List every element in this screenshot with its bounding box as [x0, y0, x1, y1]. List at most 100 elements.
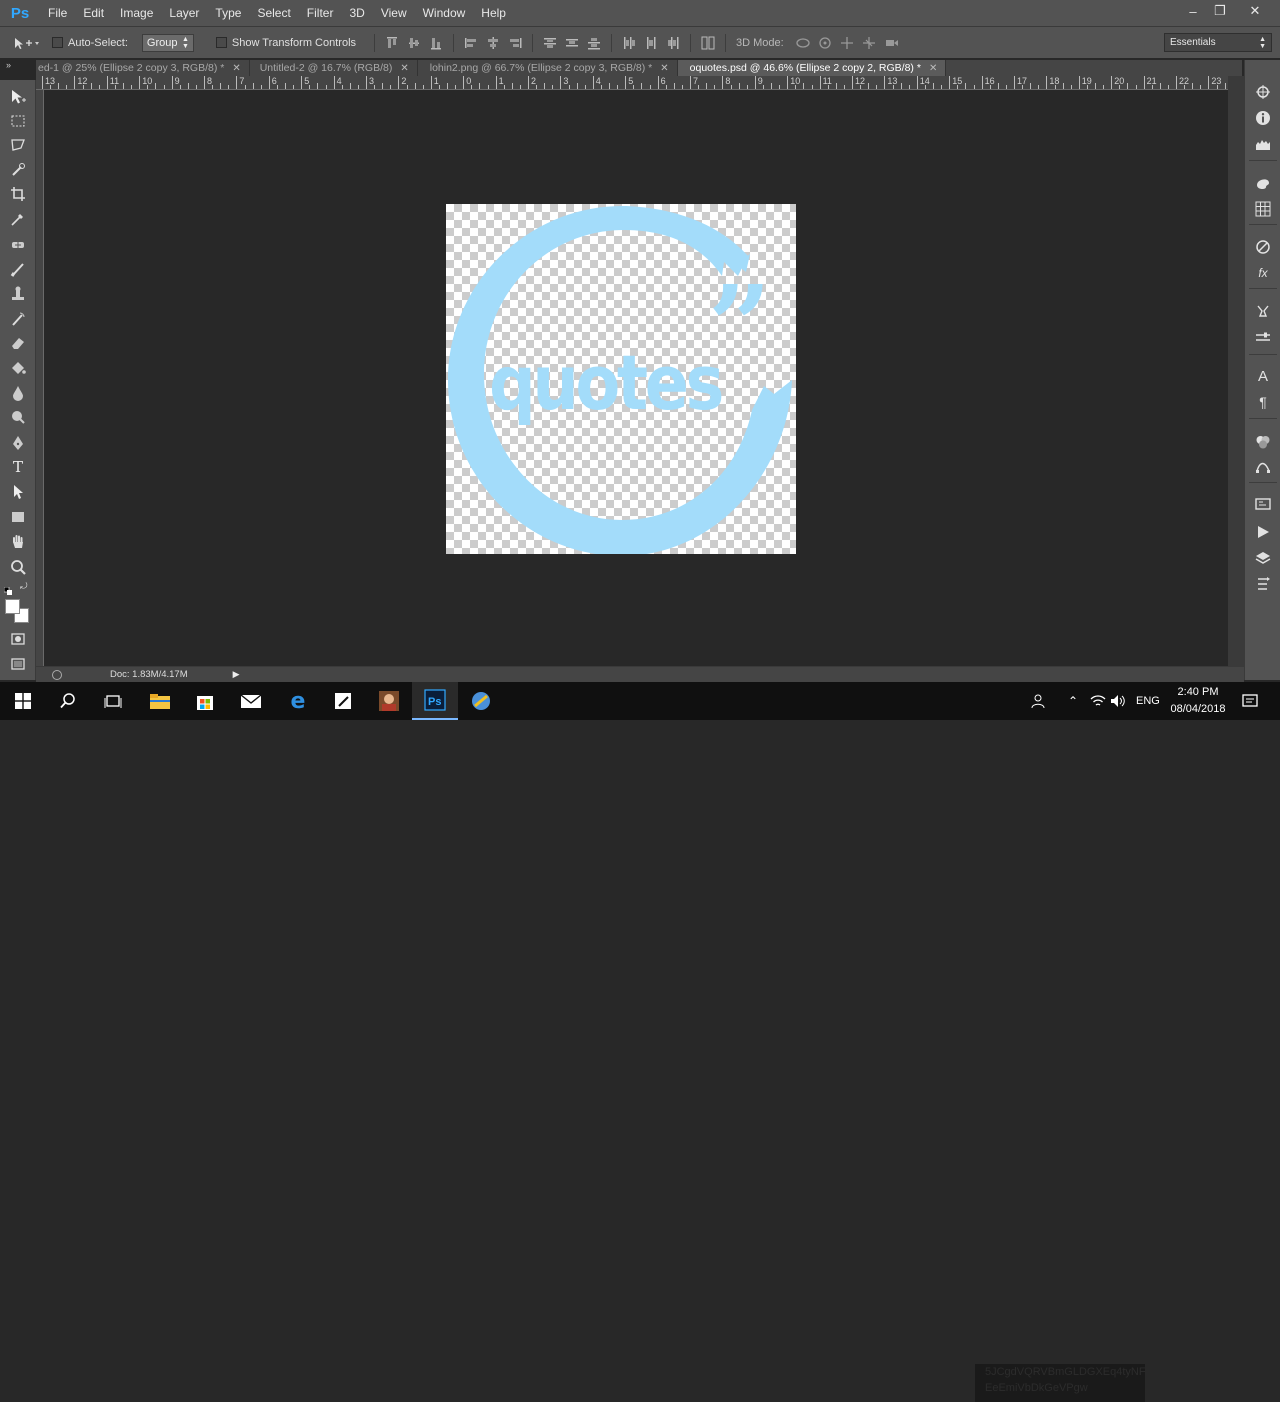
- tools-app-icon[interactable]: [458, 682, 504, 720]
- distribute-bottom-icon[interactable]: [586, 35, 602, 51]
- document-canvas[interactable]: quotes ”: [446, 204, 796, 554]
- paths-icon[interactable]: [1253, 457, 1273, 477]
- tab-document-2[interactable]: Untitled-2 @ 16.7% (RGB/8) ✕: [250, 60, 418, 76]
- swap-colors-icon[interactable]: ⤾: [20, 581, 28, 592]
- photoshop-taskbar-icon[interactable]: Ps: [412, 682, 458, 720]
- menu-type[interactable]: Type: [207, 0, 249, 26]
- history-icon[interactable]: [1253, 574, 1273, 594]
- align-hcenter-icon[interactable]: [485, 35, 501, 51]
- paint-bucket-tool-icon[interactable]: [7, 357, 29, 379]
- 3d-panel-icon[interactable]: [1253, 432, 1273, 452]
- workspace-dropdown[interactable]: Essentials ▲ ▼: [1164, 33, 1272, 52]
- auto-select-checkbox[interactable]: [52, 37, 63, 48]
- vertical-ruler[interactable]: [36, 90, 44, 666]
- align-vcenter-icon[interactable]: [406, 35, 422, 51]
- menu-3d[interactable]: 3D: [341, 0, 372, 26]
- history-brush-tool-icon[interactable]: [7, 308, 29, 330]
- store-icon[interactable]: [182, 682, 228, 720]
- status-menu-arrow-icon[interactable]: ▶: [233, 669, 240, 680]
- character-icon[interactable]: A: [1253, 366, 1273, 386]
- game-app-icon[interactable]: [366, 682, 412, 720]
- 3d-rotate-icon[interactable]: [795, 35, 811, 51]
- show-transform-checkbox[interactable]: [215, 37, 227, 48]
- screen-mode-icon[interactable]: [7, 653, 29, 675]
- distribute-vcenter-icon[interactable]: [564, 35, 580, 51]
- swatches-icon[interactable]: [1253, 199, 1273, 219]
- people-icon[interactable]: [1030, 682, 1046, 720]
- close-button[interactable]: ✕: [1238, 0, 1272, 22]
- tab-close-icon[interactable]: ✕: [232, 63, 240, 74]
- zoom-icon[interactable]: [52, 669, 62, 680]
- crop-tool-icon[interactable]: [7, 183, 29, 205]
- search-icon[interactable]: [45, 682, 91, 720]
- marquee-tool-icon[interactable]: [7, 110, 29, 132]
- default-colors-icon[interactable]: [3, 582, 14, 595]
- tool-presets-icon[interactable]: [1253, 494, 1273, 514]
- panel-collapse-icon[interactable]: »: [6, 60, 11, 70]
- distribute-top-icon[interactable]: [542, 35, 558, 51]
- eraser-tool-icon[interactable]: [7, 332, 29, 354]
- file-explorer-icon[interactable]: [137, 682, 183, 720]
- menu-view[interactable]: View: [373, 0, 415, 26]
- move-tool-icon[interactable]: [7, 86, 29, 108]
- adjustments-icon[interactable]: [1253, 237, 1273, 257]
- mail-icon[interactable]: [228, 682, 274, 720]
- auto-align-layers-icon[interactable]: [700, 35, 716, 51]
- menu-select[interactable]: Select: [249, 0, 298, 26]
- wifi-icon[interactable]: [1090, 682, 1106, 720]
- actions-icon[interactable]: [1253, 522, 1273, 542]
- healing-brush-tool-icon[interactable]: [7, 234, 29, 256]
- eyedropper-tool-icon[interactable]: [7, 208, 29, 230]
- menu-image[interactable]: Image: [112, 0, 161, 26]
- menu-file[interactable]: File: [40, 0, 75, 26]
- distribute-hcenter-icon[interactable]: [643, 35, 659, 51]
- 3d-slide-icon[interactable]: [861, 35, 877, 51]
- paragraph-icon[interactable]: ¶: [1253, 392, 1273, 412]
- foreground-color-swatch[interactable]: [5, 599, 20, 614]
- auto-select-dropdown[interactable]: Group ▲ ▼: [141, 33, 194, 52]
- brush-presets-icon[interactable]: [1253, 301, 1273, 321]
- vertical-scrollbar[interactable]: [1228, 76, 1244, 666]
- menu-filter[interactable]: Filter: [299, 0, 342, 26]
- tray-chevron-icon[interactable]: ⌃: [1068, 682, 1078, 720]
- blur-tool-icon[interactable]: [7, 382, 29, 404]
- align-top-icon[interactable]: [384, 35, 400, 51]
- info-icon[interactable]: [1253, 108, 1273, 128]
- dodge-tool-icon[interactable]: [7, 406, 29, 428]
- histogram-icon[interactable]: [1253, 134, 1273, 154]
- navigator-icon[interactable]: [1253, 82, 1273, 102]
- start-button[interactable]: [0, 682, 46, 720]
- styles-icon[interactable]: fx: [1253, 263, 1273, 283]
- language-indicator[interactable]: ENG: [1136, 682, 1160, 720]
- task-view-icon[interactable]: [90, 682, 136, 720]
- horizontal-ruler[interactable]: 13 12 11 10 9 8 7 6 5 4 3 2 1 0 1 2 3 4 5 6 7 8 9 10 11 12 13 14 15 1…: [36, 76, 1234, 90]
- brush-tool-icon[interactable]: [7, 258, 29, 280]
- tab-document-active[interactable]: oquotes.psd @ 46.6% (Ellipse 2 copy 2, R…: [677, 60, 947, 76]
- 3d-roll-icon[interactable]: [817, 35, 833, 51]
- distribute-right-icon[interactable]: [665, 35, 681, 51]
- tab-document-3[interactable]: lohin2.png @ 66.7% (Ellipse 2 copy 3, RG…: [418, 60, 678, 76]
- menu-window[interactable]: Window: [415, 0, 474, 26]
- clone-stamp-tool-icon[interactable]: [7, 283, 29, 305]
- lasso-tool-icon[interactable]: [7, 134, 29, 156]
- volume-icon[interactable]: [1110, 682, 1126, 720]
- 3d-scale-icon[interactable]: [883, 35, 899, 51]
- brush-settings-icon[interactable]: [1253, 327, 1273, 347]
- tab-close-icon[interactable]: ✕: [660, 63, 668, 74]
- path-selection-tool-icon[interactable]: [7, 481, 29, 503]
- align-bottom-icon[interactable]: [428, 35, 444, 51]
- align-left-icon[interactable]: [463, 35, 479, 51]
- type-tool-icon[interactable]: T: [7, 456, 29, 478]
- menu-help[interactable]: Help: [473, 0, 514, 26]
- edge-browser-icon[interactable]: e: [275, 682, 321, 720]
- quick-mask-icon[interactable]: [7, 628, 29, 650]
- menu-layer[interactable]: Layer: [161, 0, 207, 26]
- align-right-icon[interactable]: [507, 35, 523, 51]
- clock[interactable]: 2:40 PM 08/04/2018: [1160, 684, 1236, 718]
- 3d-drag-icon[interactable]: [839, 35, 855, 51]
- restore-button[interactable]: ❐: [1203, 0, 1237, 22]
- color-icon[interactable]: [1253, 173, 1273, 193]
- tab-close-icon[interactable]: ✕: [929, 63, 937, 74]
- move-tool-preset-icon[interactable]: [0, 36, 52, 50]
- sticky-app-icon[interactable]: [320, 682, 366, 720]
